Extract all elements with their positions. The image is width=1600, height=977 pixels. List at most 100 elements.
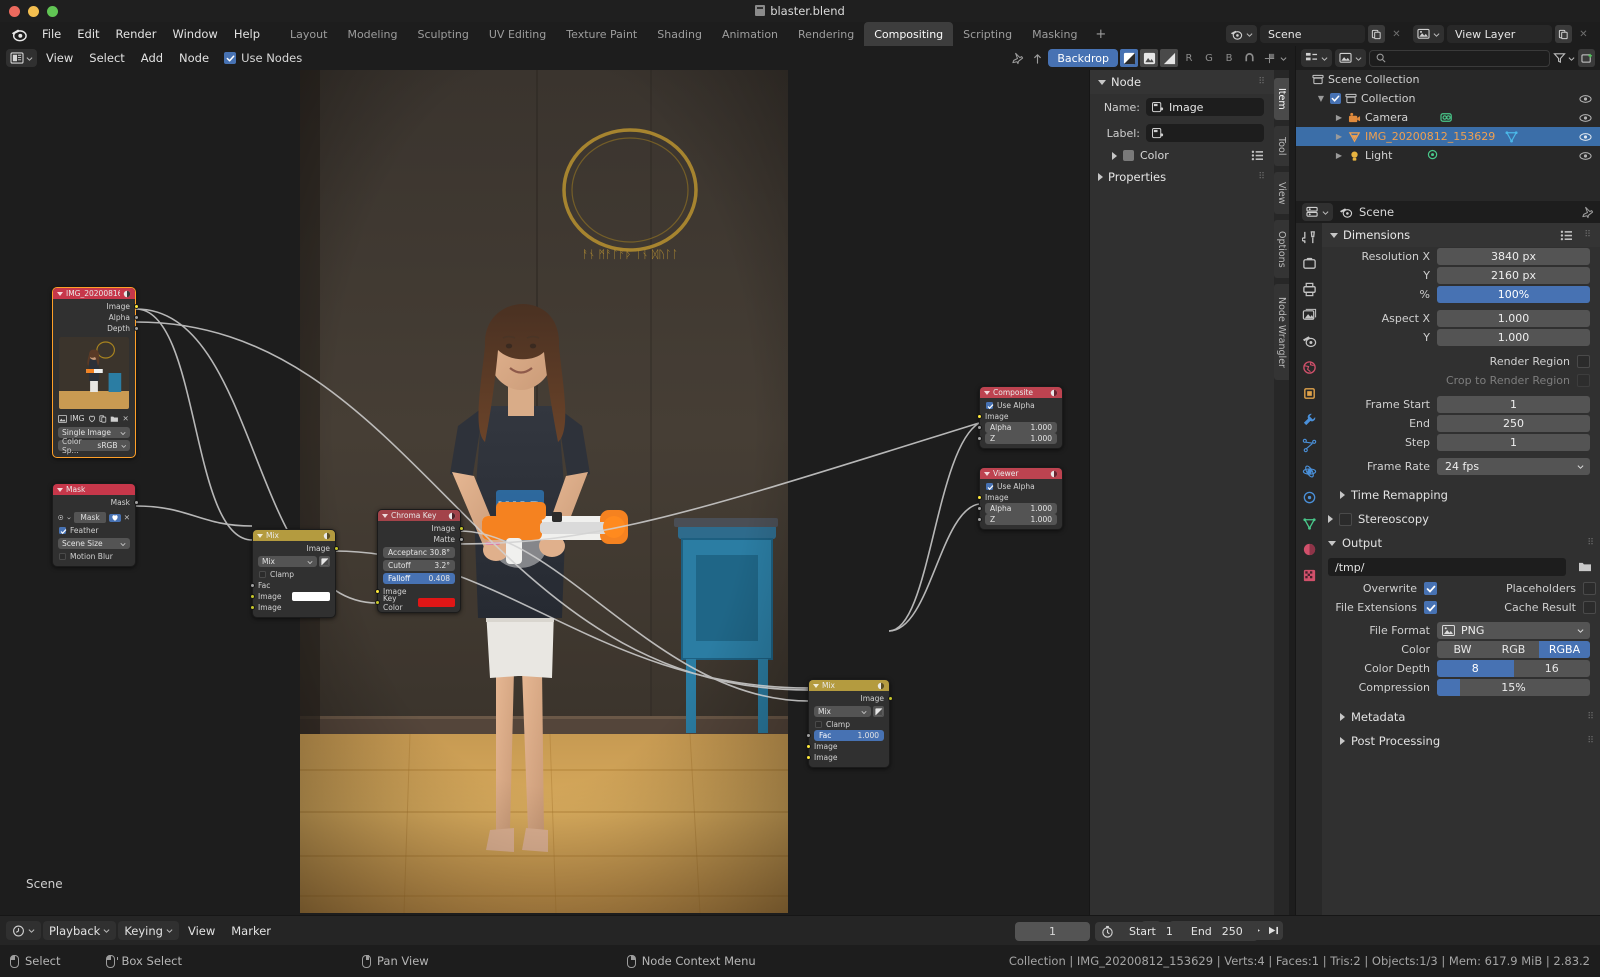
node-viewer-input-alpha[interactable]: Alpha 1.000 [976,503,1062,514]
workspace-tab-uv-editing[interactable]: UV Editing [479,22,556,46]
menu-help[interactable]: Help [226,24,268,44]
node-mix-1[interactable]: Mix Image Mix Clamp Fac Image Image [249,529,339,618]
visibility-eye-icon[interactable] [1579,151,1592,161]
image-1-color-swatch[interactable] [292,592,330,601]
chevron-down-icon[interactable] [1098,79,1106,85]
workspace-tab-animation[interactable]: Animation [712,22,788,46]
timeline-menu-view[interactable]: View [181,921,222,941]
resolution-percent-field[interactable]: 100% [1437,286,1590,303]
filter-icon[interactable] [1553,52,1566,64]
folder-browse-icon[interactable] [1578,561,1592,573]
sidebar-tab-tool[interactable]: Tool [1274,126,1289,166]
socket-fac-in[interactable] [805,733,811,738]
node-chroma-key-falloff[interactable]: Falloff 0.408 [383,573,455,584]
node-chroma-key-cutoff[interactable]: Cutoff 3.2° [383,560,455,571]
tab-object-data-icon[interactable] [1301,515,1318,532]
node-mix-2-input-fac[interactable]: Fac 1.000 [805,730,889,741]
sidebar-tab-options[interactable]: Options [1274,220,1289,278]
channel-color-alpha-icon[interactable] [1120,49,1138,67]
frame-end-field[interactable]: End 250 [1182,922,1252,941]
node-composite-alpha-field[interactable]: Alpha 1.000 [985,422,1057,433]
jump-to-end-button[interactable] [1264,921,1283,940]
node-menu-select[interactable]: Select [82,49,131,67]
socket-alpha-out[interactable] [133,315,139,320]
visibility-eye-icon[interactable] [1579,113,1592,123]
tab-output-icon[interactable] [1301,281,1318,298]
node-image-datablock-name[interactable]: IMG [70,414,85,423]
aspect-x-field[interactable]: 1.000 [1437,310,1590,327]
workspace-tab-shading[interactable]: Shading [647,22,712,46]
cache-result-checkbox[interactable] [1583,601,1596,614]
sidebar-tab-node-wrangler[interactable]: Node Wrangler [1274,284,1289,380]
node-mix-2-blendmode-row[interactable]: Mix [814,706,884,717]
blender-logo-icon[interactable] [8,25,30,43]
node-mask-datablock-name[interactable]: Mask [74,512,106,523]
render-region-checkbox[interactable] [1577,355,1590,368]
mesh-data-icon[interactable] [1505,130,1519,143]
node-preview-icon[interactable] [123,290,131,298]
node-mix-2[interactable]: Mix Image Mix Clamp Fac 1.000 Image Imag… [805,679,893,768]
menu-edit[interactable]: Edit [69,24,107,44]
menu-render[interactable]: Render [108,24,165,44]
chevron-down-icon[interactable] [1328,540,1336,546]
scene-name-field[interactable]: Scene [1260,25,1365,43]
node-mix-2-fac-field[interactable]: Fac 1.000 [814,730,884,741]
color-depth-16[interactable]: 16 [1513,660,1590,677]
keying-popover-button[interactable]: Keying [118,921,179,940]
collapse-icon[interactable] [984,390,990,395]
disclosure-triangle-icon[interactable]: ▶ [1334,113,1344,122]
node-mix-2-output-image[interactable]: Image [809,693,893,704]
tab-constraints-icon[interactable] [1301,489,1318,506]
socket-image-out[interactable] [458,526,464,531]
use-nodes-checkbox[interactable] [224,52,237,64]
socket-image-in-2[interactable] [249,605,255,610]
visibility-eye-icon[interactable] [1579,132,1592,142]
node-composite-input-alpha[interactable]: Alpha 1.000 [976,422,1062,433]
properties-editor-type-selector[interactable] [1302,203,1333,221]
collapse-icon[interactable] [57,291,63,296]
socket-image-in-1[interactable] [249,594,255,599]
chevron-right-icon[interactable] [1112,151,1117,160]
color-mode-rgba[interactable]: RGBA [1539,641,1590,658]
stereoscopy-checkbox[interactable] [1339,512,1352,526]
use-alpha-checkbox[interactable] [986,483,994,491]
workspace-tab-masking[interactable]: Masking [1022,22,1087,46]
open-image-icon[interactable] [110,415,119,423]
node-mix-2-header[interactable]: Mix [809,680,889,691]
node-mask-datablock-row[interactable]: Mask ✕ [53,510,135,525]
node-label-input[interactable] [1146,124,1264,142]
workspace-tab-rendering[interactable]: Rendering [788,22,864,46]
use-alpha-checkbox[interactable] [986,402,994,410]
tab-material-icon[interactable] [1301,541,1318,558]
outliner-row-img-object[interactable]: ▶ IMG_20200812_153629 [1296,127,1600,146]
socket-z-in[interactable] [976,436,982,441]
key-color-swatch[interactable] [417,598,455,607]
panel-dimensions-header[interactable]: Dimensions ⠿ [1322,223,1600,247]
delete-scene-button[interactable]: ✕ [1388,25,1405,43]
unlink-image-icon[interactable]: ✕ [123,414,129,423]
frame-end-field[interactable]: 250 [1437,415,1590,432]
color-depth-segmented[interactable]: 8 16 [1437,660,1590,677]
node-mix-1-blendmode-row[interactable]: Mix [258,556,330,567]
workspace-tab-modeling[interactable]: Modeling [337,22,407,46]
node-image[interactable]: IMG_20200816_19 Image Alpha Depth [52,287,139,458]
node-viewer-input-z[interactable]: Z 1.000 [976,514,1062,525]
workspace-tab-compositing[interactable]: Compositing [864,22,954,46]
node-preview-icon[interactable] [448,512,456,520]
current-frame-field[interactable]: 1 [1015,922,1090,941]
use-alpha-toggle-icon[interactable] [319,556,330,567]
compression-slider[interactable]: 15% [1437,679,1590,696]
editor-type-selector[interactable] [6,49,37,67]
socket-image-in[interactable] [976,414,982,419]
node-chroma-key-acceptance[interactable]: Acceptanc 30.8° [383,547,455,558]
node-image-header[interactable]: IMG_20200816_19 [53,288,135,299]
outliner-search-input[interactable] [1369,49,1550,67]
channel-color-icon[interactable] [1140,49,1158,67]
node-image-output-alpha[interactable]: Alpha [53,312,139,323]
feather-checkbox[interactable] [59,527,67,535]
list-options-icon[interactable] [1251,150,1264,161]
view-layer-name-field[interactable]: View Layer [1447,25,1552,43]
node-preview-icon[interactable] [323,532,331,540]
node-mix-1-header[interactable]: Mix [253,530,335,541]
color-mode-rgb[interactable]: RGB [1488,641,1539,658]
